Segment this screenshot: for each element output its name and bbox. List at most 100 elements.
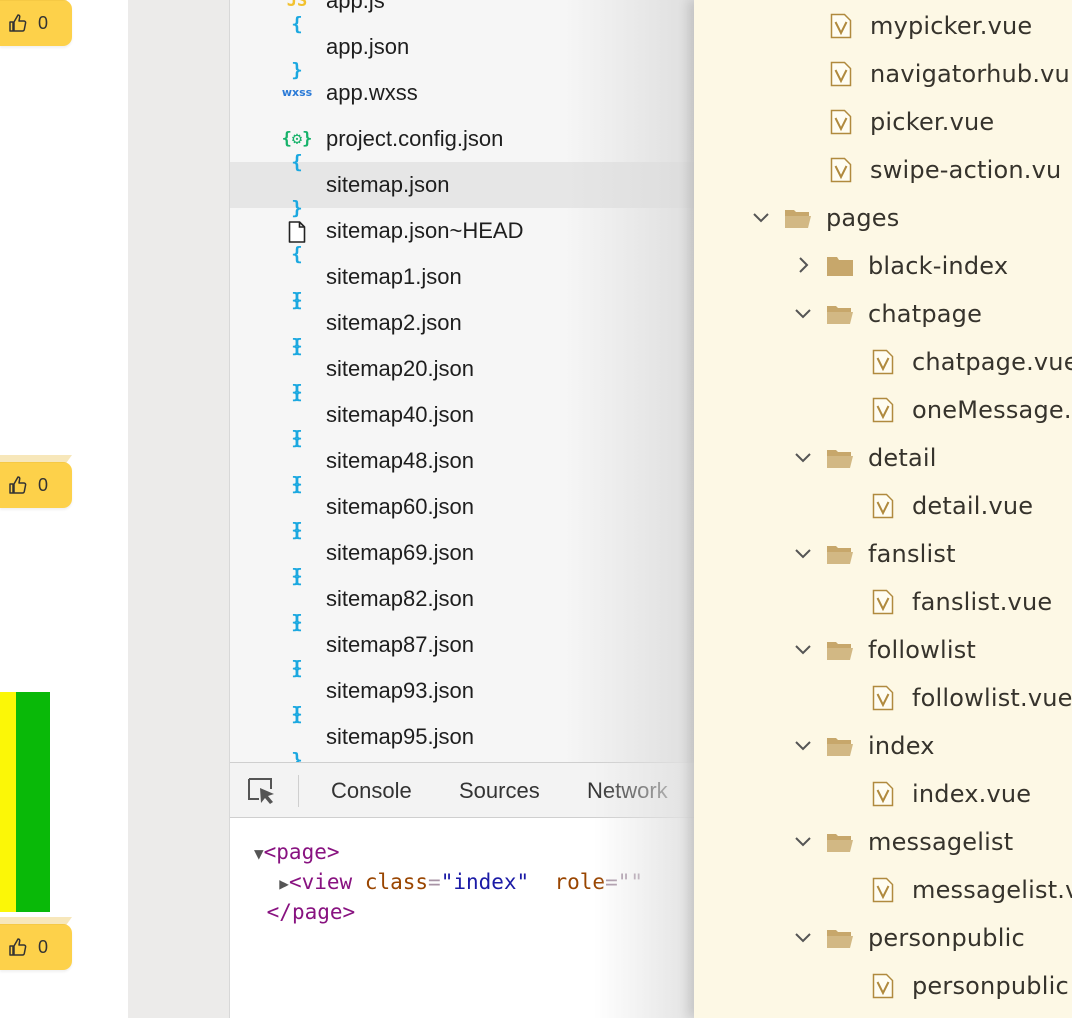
folder-open-icon <box>827 834 853 852</box>
thumbs-up-icon <box>9 476 27 494</box>
vue-file-icon <box>872 493 894 519</box>
tree-file[interactable]: picker.vue <box>694 98 1072 146</box>
file-label: mypicker.vue <box>870 12 1033 40</box>
gutter <box>128 0 230 1018</box>
chevron-down-icon[interactable] <box>792 830 814 852</box>
file-label: picker.vue <box>870 108 995 136</box>
json-icon: { } <box>291 703 303 762</box>
tab-console[interactable]: Console <box>331 763 412 819</box>
tree-file[interactable]: navigatorhub.vu <box>694 50 1072 98</box>
vue-file-icon <box>830 13 852 39</box>
chevron-down-icon[interactable] <box>792 542 814 564</box>
devtools-panel: Console Sources Network ▼<page> ▶<view c… <box>230 762 694 1018</box>
yellow-block <box>0 692 16 912</box>
file-label: oneMessage. <box>912 396 1072 424</box>
tree-file[interactable]: chatpage.vue <box>694 338 1072 386</box>
like-count: 0 <box>38 12 49 33</box>
tree-file[interactable]: followlist.vue <box>694 674 1072 722</box>
vue-file-icon <box>830 61 852 87</box>
tree-folder-fanslist[interactable]: fanslist <box>694 530 1072 578</box>
tree-folder-detail[interactable]: detail <box>694 434 1072 482</box>
file-item[interactable]: { } sitemap95.json <box>230 703 694 762</box>
tree-folder-chatpage[interactable]: chatpage <box>694 290 1072 338</box>
tree-folder-personpublic[interactable]: personpublic <box>694 914 1072 962</box>
left-content-strip: 0 0 0 <box>0 0 128 1018</box>
file-label: swipe-action.vu <box>870 156 1062 184</box>
tree-file[interactable]: swipe-action.vu <box>694 146 1072 194</box>
file-label: navigatorhub.vu <box>870 60 1070 88</box>
tree-folder-index[interactable]: index <box>694 722 1072 770</box>
dom-tree: ▼<page> ▶<view class="index" role="" </p… <box>254 838 643 926</box>
like-button[interactable]: 0 <box>0 462 72 508</box>
thumbs-up-icon <box>9 938 27 956</box>
file-name: app.wxss <box>326 80 418 105</box>
like-button[interactable]: 0 <box>0 924 72 970</box>
file-name: sitemap.json <box>326 172 450 197</box>
thumbs-up-icon <box>9 14 27 32</box>
tree-folder-followlist[interactable]: followlist <box>694 626 1072 674</box>
devtools-toolbar: Console Sources Network <box>230 762 694 818</box>
file-item[interactable]: { } sitemap.json <box>230 151 694 219</box>
vue-file-icon <box>872 877 894 903</box>
tab-network[interactable]: Network <box>587 763 668 819</box>
tree-file[interactable]: index.vue <box>694 770 1072 818</box>
file-name: sitemap95.json <box>326 724 474 749</box>
tree-file[interactable]: messagelist.v <box>694 866 1072 914</box>
folder-label: pages <box>826 204 900 232</box>
like-count: 0 <box>38 474 49 495</box>
file-item[interactable]: wxss app.wxss <box>230 70 694 116</box>
chevron-down-icon[interactable] <box>792 638 814 660</box>
vue-file-icon <box>872 973 894 999</box>
file-label: messagelist.v <box>912 876 1072 904</box>
folder-icon <box>827 257 853 276</box>
green-block <box>16 692 50 912</box>
folder-label: black-index <box>868 252 1009 280</box>
vue-file-icon <box>872 397 894 423</box>
expand-arrow-icon[interactable]: ▶ <box>279 874 289 893</box>
file-item[interactable]: { } app.json <box>230 13 694 81</box>
file-list-panel: JS app.js{ } app.json wxss app.wxss {⚙} projec… <box>230 0 694 762</box>
file-name: sitemap60.json <box>326 494 474 519</box>
folder-label: messagelist <box>868 828 1014 856</box>
file-label: detail.vue <box>912 492 1034 520</box>
file-name: sitemap2.json <box>326 310 462 335</box>
tree-file[interactable]: detail.vue <box>694 482 1072 530</box>
tree-file[interactable]: fanslist.vue <box>694 578 1072 626</box>
tab-sources[interactable]: Sources <box>459 763 540 819</box>
chevron-down-icon[interactable] <box>750 206 772 228</box>
vue-file-icon <box>830 109 852 135</box>
file-label: personpublic <box>912 972 1069 1000</box>
file-name: sitemap69.json <box>326 540 474 565</box>
like-button[interactable]: 0 <box>0 0 72 46</box>
tree-folder-messagelist[interactable]: messagelist <box>694 818 1072 866</box>
like-count: 0 <box>38 936 49 957</box>
tree-file[interactable]: personpublic <box>694 962 1072 1010</box>
folder-label: personpublic <box>868 924 1025 952</box>
toolbar-separator <box>298 775 299 807</box>
tree-file[interactable]: oneMessage. <box>694 386 1072 434</box>
collapse-arrow-icon[interactable]: ▼ <box>254 844 264 863</box>
folder-open-icon <box>827 738 853 756</box>
file-name: sitemap.json~HEAD <box>326 218 524 243</box>
vue-file-icon <box>872 589 894 615</box>
dom-node-view[interactable]: ▶<view class="index" role="" <box>254 868 643 898</box>
vue-file-icon <box>830 157 852 183</box>
chevron-down-icon[interactable] <box>792 734 814 756</box>
chevron-down-icon[interactable] <box>792 302 814 324</box>
chevron-down-icon[interactable] <box>792 926 814 948</box>
file-label: chatpage.vue <box>912 348 1072 376</box>
file-name: project.config.json <box>326 126 504 151</box>
chevron-right-icon[interactable] <box>792 254 814 276</box>
folder-open-icon <box>827 450 853 468</box>
folder-open-icon <box>827 642 853 660</box>
file-name: sitemap40.json <box>326 402 474 427</box>
tree-folder-pages[interactable]: pages <box>694 194 1072 242</box>
folder-label: followlist <box>868 636 977 664</box>
dom-node-page[interactable]: ▼<page> <box>254 838 643 868</box>
file-name: sitemap48.json <box>326 448 474 473</box>
tree-file[interactable]: mypicker.vue <box>694 2 1072 50</box>
folder-label: chatpage <box>868 300 983 328</box>
tree-folder-black-index[interactable]: black-index <box>694 242 1072 290</box>
chevron-down-icon[interactable] <box>792 446 814 468</box>
inspect-element-icon[interactable] <box>246 776 280 806</box>
